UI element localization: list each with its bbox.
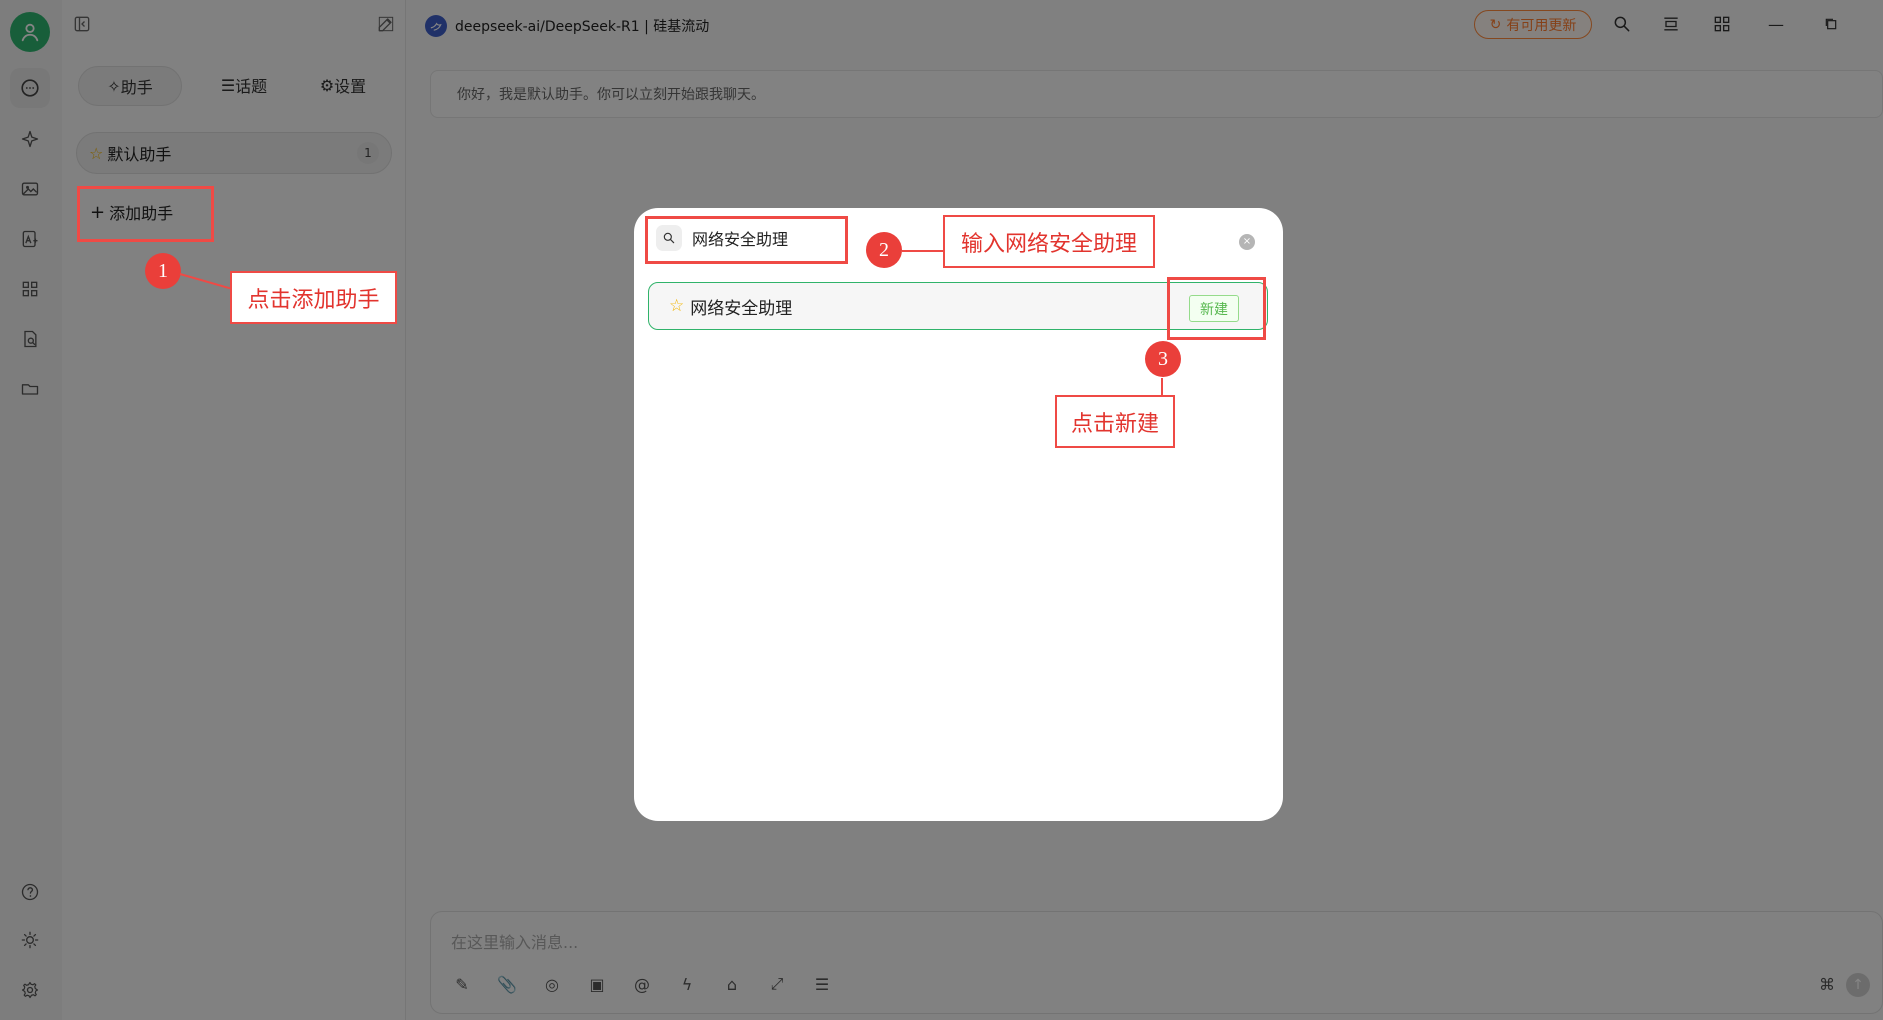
annotation-step-1-number: 1 (145, 253, 181, 289)
result-star-icon: ☆ (669, 296, 685, 316)
annotation-step-3-number: 3 (1145, 341, 1181, 377)
assistant-result-name: 网络安全助理 (690, 298, 793, 319)
annotation-line-2 (902, 250, 944, 252)
annotation-step-2-label: 输入网络安全助理 (943, 215, 1155, 268)
annotation-step-2-number: 2 (866, 232, 902, 268)
annotation-box-create-new (1167, 277, 1266, 340)
annotation-box-add-assistant (77, 186, 214, 242)
annotation-step-3-label: 点击新建 (1055, 395, 1175, 448)
clear-search-button[interactable]: × (1239, 234, 1255, 250)
annotation-box-search (645, 216, 848, 264)
close-icon: × (1242, 236, 1252, 247)
annotation-line-3 (1161, 378, 1163, 396)
annotation-step-1-label: 点击添加助手 (230, 271, 397, 324)
